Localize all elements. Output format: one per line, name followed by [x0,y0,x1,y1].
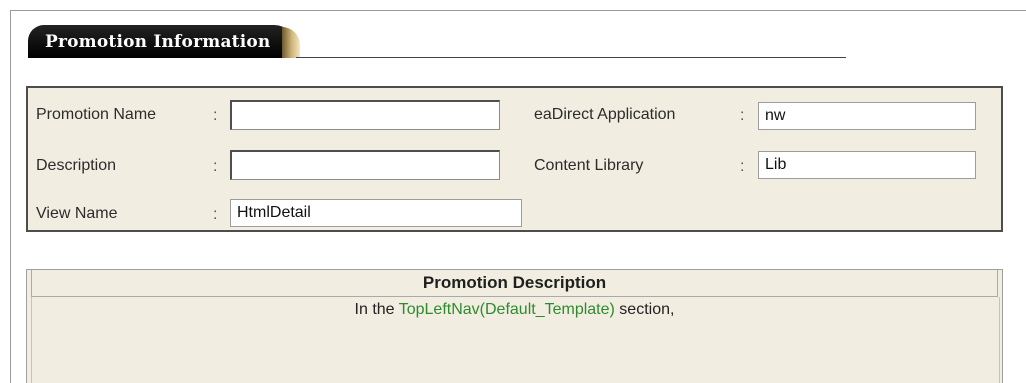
content-library-label: Content Library [534,157,644,174]
view-name-input[interactable] [230,199,522,227]
eadirect-application-input[interactable] [758,102,976,130]
tab-underline [296,57,846,58]
description-text-after: section, [614,301,675,318]
frame-top-border [10,10,1026,11]
section-tab: Promotion Information [28,25,300,58]
description-input[interactable] [230,150,500,180]
view-name-colon: : [213,206,218,223]
content-library-input[interactable] [758,151,976,179]
content-library-colon: : [740,158,745,175]
view-name-label: View Name [36,205,118,222]
description-label: Description [36,157,117,174]
promotion-description-panel: Promotion Description In the TopLeftNav(… [26,269,1003,383]
description-colon: : [213,158,218,175]
eadirect-application-label: eaDirect Application [534,106,676,123]
frame-left-border [10,10,11,383]
promotion-description-text: In the TopLeftNav(Default_Template) sect… [27,301,1002,319]
promotion-name-label: Promotion Name [36,106,157,123]
template-section-link[interactable]: TopLeftNav(Default_Template) [399,301,615,318]
description-text-before: In the [354,301,399,318]
section-tab-label: Promotion Information [45,32,271,52]
eadirect-application-colon: : [740,107,745,124]
promotion-name-input[interactable] [230,100,500,130]
promotion-description-header: Promotion Description [31,270,998,297]
promotion-name-colon: : [213,107,218,124]
promotion-info-panel: Promotion Name : eaDirect Application : … [26,86,1003,232]
